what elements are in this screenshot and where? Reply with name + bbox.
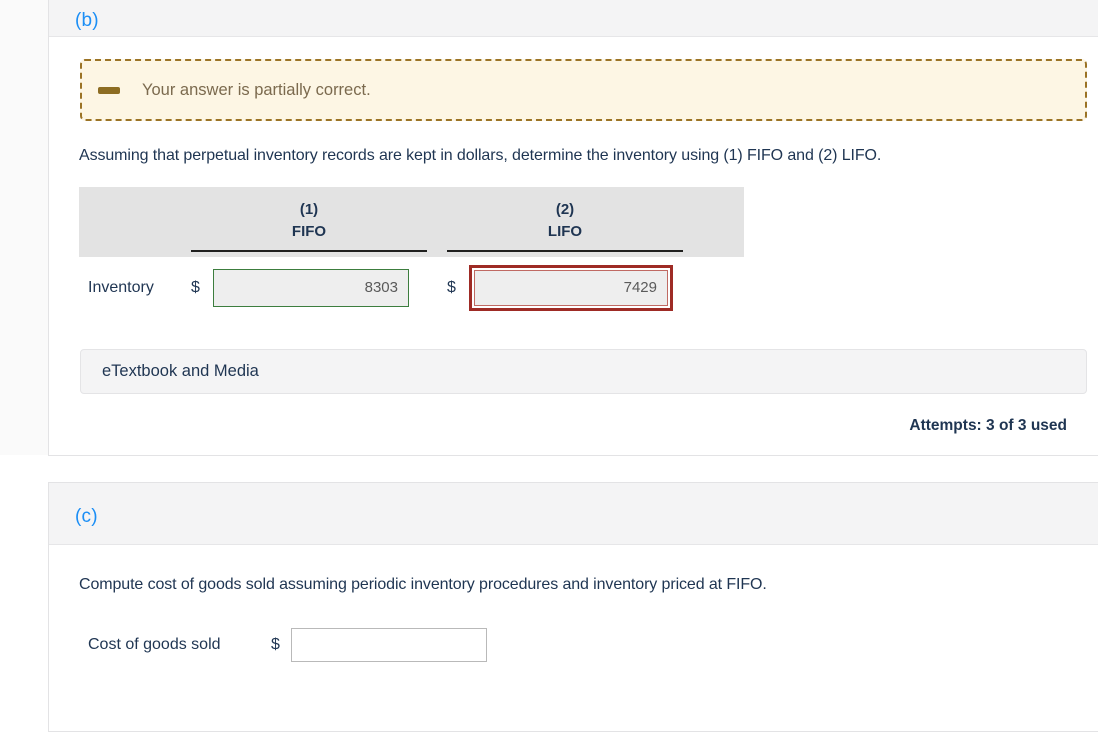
currency-symbol-fifo: $	[191, 279, 200, 296]
question-text-b: Assuming that perpetual inventory record…	[79, 147, 882, 164]
table-row: Inventory $ 8303 $ 7429	[79, 257, 744, 319]
question-card-c: (c) Compute cost of goods sold assuming …	[48, 482, 1098, 732]
page-gutter-lower	[0, 455, 48, 716]
alert-message: Your answer is partially correct.	[142, 80, 371, 99]
card-header-c: (c)	[49, 483, 1098, 545]
cost-of-goods-sold-input[interactable]	[291, 628, 487, 662]
currency-symbol-cogs: $	[271, 636, 280, 653]
column-name-lifo: LIFO	[547, 223, 583, 240]
cell-fifo: $ 8303	[191, 269, 427, 307]
column-rule-lifo	[447, 250, 683, 252]
question-text-c: Compute cost of goods sold assuming peri…	[79, 576, 767, 593]
partially-correct-alert: Your answer is partially correct.	[80, 59, 1087, 121]
cell-lifo: $ 7429	[447, 265, 683, 311]
table-header-row: (1) FIFO (2) LIFO	[79, 187, 744, 257]
table-header-spacer	[79, 187, 191, 257]
column-number-1: (1)	[299, 201, 319, 218]
lifo-input-error-outline: 7429	[469, 265, 673, 311]
card-header-b: (b)	[49, 0, 1098, 37]
cost-of-goods-sold-row: Cost of goods sold $	[79, 628, 1068, 662]
part-label-b: (b)	[75, 10, 99, 31]
table-column-gap	[427, 187, 447, 257]
column-name-fifo: FIFO	[291, 223, 327, 240]
part-label-c: (c)	[75, 506, 98, 527]
table-column-lifo: (2) LIFO	[447, 187, 683, 257]
fifo-inventory-input[interactable]: 8303	[213, 269, 409, 307]
lifo-inventory-input[interactable]: 7429	[474, 270, 668, 306]
card-body-c: Compute cost of goods sold assuming peri…	[49, 576, 1098, 662]
minus-dash-icon	[98, 86, 120, 94]
currency-symbol-lifo: $	[447, 279, 456, 296]
column-rule-fifo	[191, 250, 427, 252]
row-label-inventory: Inventory	[88, 279, 154, 296]
card-body-b: Your answer is partially correct. Assumi…	[49, 59, 1098, 435]
question-card-b: (b) Your answer is partially correct. As…	[48, 0, 1098, 456]
column-number-2: (2)	[555, 201, 575, 218]
table-column-fifo: (1) FIFO	[191, 187, 427, 257]
attempts-status: Attempts: 3 of 3 used	[909, 417, 1067, 434]
etextbook-and-media-button[interactable]: eTextbook and Media	[80, 349, 1087, 394]
inventory-answer-table: (1) FIFO (2) LIFO Inventory $ 8303 $ 742…	[79, 187, 744, 319]
cost-of-goods-sold-label: Cost of goods sold	[88, 636, 221, 653]
